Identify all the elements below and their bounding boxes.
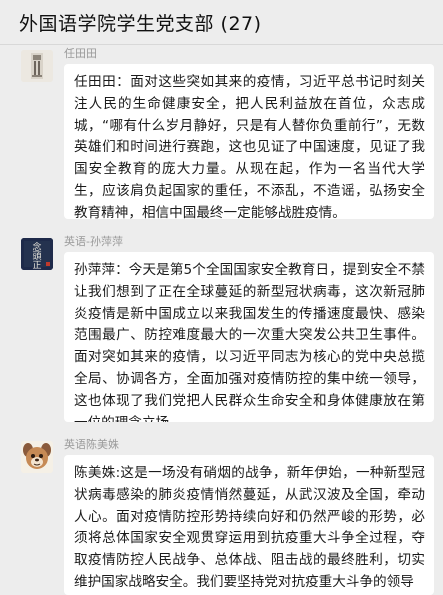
svg-text:正: 正: [32, 261, 41, 270]
message-text: 任田田：面对这些突如其来的疫情，习近平总书记时刻关注人民的生命健康安全，把人民利…: [74, 74, 425, 219]
ink-landscape-avatar[interactable]: [21, 50, 53, 82]
message-text: 孙萍萍：今天是第5个全国国家安全教育日，提到安全不禁让我们想到了正在全球蔓延的新…: [74, 262, 425, 422]
chat-header: 外国语学院学生党支部 (27): [0, 0, 443, 45]
message-bubble[interactable]: 任田田：面对这些突如其来的疫情，习近平总书记时刻关注人民的生命健康安全，把人民利…: [64, 64, 434, 219]
sender-name: 任田田: [64, 47, 97, 60]
message-bubble[interactable]: 孙萍萍：今天是第5个全国国家安全教育日，提到安全不禁让我们想到了正在全球蔓延的新…: [64, 252, 434, 422]
sender-name: 英语陈美姝: [64, 438, 119, 451]
message-text: 陈美姝:这是一场没有硝烟的战争，新年伊始，一种新型冠状病毒感染的肺炎疫情悄然蔓延…: [74, 465, 425, 590]
group-title: 外国语学院学生党支部 (27): [19, 13, 262, 35]
cartoon-dog-avatar[interactable]: [21, 441, 53, 473]
message-bubble[interactable]: 陈美姝:这是一场没有硝烟的战争，新年伊始，一种新型冠状病毒感染的肺炎疫情悄然蔓延…: [64, 455, 434, 595]
sender-name: 英语-孙萍萍: [64, 235, 123, 248]
calligraphy-avatar[interactable]: 念 頭 正: [21, 238, 53, 270]
